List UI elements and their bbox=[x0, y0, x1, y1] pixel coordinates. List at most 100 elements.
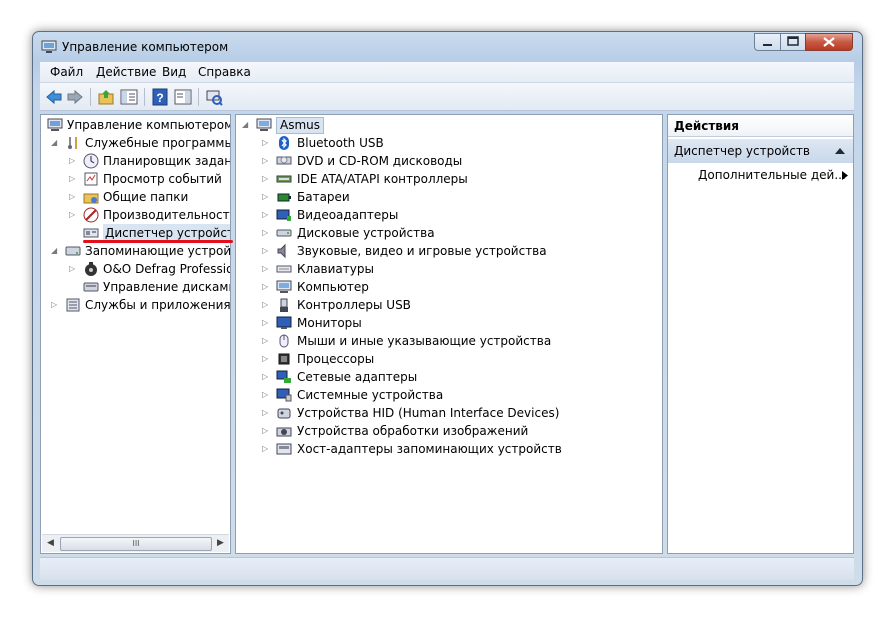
actions-section-label: Диспетчер устройств bbox=[674, 144, 811, 158]
device-category-label: Мониторы bbox=[297, 316, 362, 330]
svg-text:?: ? bbox=[156, 91, 163, 105]
expander-closed-icon[interactable]: ▷ bbox=[69, 152, 77, 170]
expander-open-icon[interactable]: ◢ bbox=[242, 116, 250, 134]
disk-management-icon bbox=[83, 282, 99, 292]
device-root-label: Asmus bbox=[276, 117, 325, 134]
device-category-label: Процессоры bbox=[297, 352, 375, 366]
nav-tree-label: O&O Defrag Profession bbox=[103, 262, 231, 276]
maximize-icon bbox=[787, 36, 799, 46]
expander-closed-icon[interactable]: ▷ bbox=[51, 296, 59, 314]
scrollbar-thumb[interactable]: III bbox=[60, 537, 212, 551]
nav-tree-label: Запоминающие устройст bbox=[85, 244, 231, 258]
network-adapter-icon bbox=[276, 370, 291, 383]
actions-section-device-manager[interactable]: Диспетчер устройств bbox=[668, 139, 853, 163]
scan-hardware-icon[interactable] bbox=[205, 88, 223, 106]
device-category-label: Хост-адаптеры запоминающих устройств bbox=[297, 442, 562, 456]
display-adapter-icon bbox=[276, 209, 291, 221]
more-actions-label: Дополнительные дей... bbox=[698, 168, 846, 182]
device-category-label: DVD и CD-ROM дисководы bbox=[297, 154, 463, 168]
tools-icon bbox=[68, 137, 77, 149]
back-arrow-icon[interactable] bbox=[45, 88, 63, 106]
battery-icon bbox=[277, 193, 291, 202]
performance-icon bbox=[83, 207, 99, 223]
maximize-button[interactable] bbox=[780, 33, 806, 51]
nav-tree-label: Служебные программы bbox=[85, 136, 231, 150]
mouse-icon bbox=[279, 334, 289, 348]
expander-closed-icon[interactable]: ▷ bbox=[262, 368, 270, 386]
expander-closed-icon[interactable]: ▷ bbox=[262, 134, 270, 152]
menu-view[interactable]: Вид bbox=[162, 65, 186, 79]
storage-controller-icon bbox=[276, 443, 292, 455]
expander-closed-icon[interactable]: ▷ bbox=[69, 260, 77, 278]
computer-management-icon bbox=[47, 118, 63, 131]
device-category-label: Компьютер bbox=[297, 280, 369, 294]
nav-tree-label: Планировщик заданий bbox=[103, 154, 231, 168]
menu-action[interactable]: Действие bbox=[96, 65, 156, 79]
expander-closed-icon[interactable]: ▷ bbox=[262, 188, 270, 206]
collapse-up-icon[interactable] bbox=[835, 148, 845, 154]
services-icon bbox=[66, 298, 80, 312]
horizontal-scrollbar[interactable]: ◀ III ▶ bbox=[42, 534, 229, 552]
expander-closed-icon[interactable]: ▷ bbox=[262, 422, 270, 440]
expander-closed-icon[interactable]: ▷ bbox=[262, 350, 270, 368]
device-list-pane: ◢ Asmus ▷ Bluetooth USB ▷ DVD и CD-ROM диск… bbox=[235, 114, 663, 554]
computer-icon bbox=[256, 118, 272, 131]
show-hide-tree-icon[interactable] bbox=[120, 88, 138, 106]
dvd-drive-icon bbox=[276, 156, 292, 165]
nav-tree-label: Просмотр событий bbox=[103, 172, 222, 186]
disk-drive-icon bbox=[276, 229, 292, 237]
device-category-label: Батареи bbox=[297, 190, 350, 204]
expander-closed-icon[interactable]: ▷ bbox=[262, 278, 270, 296]
expander-closed-icon[interactable]: ▷ bbox=[262, 224, 270, 242]
status-bar bbox=[40, 557, 854, 580]
expander-closed-icon[interactable]: ▷ bbox=[262, 404, 270, 422]
expander-closed-icon[interactable]: ▷ bbox=[262, 332, 270, 350]
expander-closed-icon[interactable]: ▷ bbox=[69, 206, 77, 224]
up-folder-icon[interactable] bbox=[97, 88, 115, 106]
submenu-arrow-icon bbox=[842, 171, 848, 180]
help-icon[interactable]: ? bbox=[151, 88, 169, 106]
show-hide-action-pane-icon[interactable] bbox=[174, 88, 192, 106]
expander-closed-icon[interactable]: ▷ bbox=[262, 260, 270, 278]
clock-icon bbox=[83, 153, 99, 169]
scroll-right-icon[interactable]: ▶ bbox=[212, 535, 229, 552]
more-actions-item[interactable]: Дополнительные дей... bbox=[698, 165, 848, 185]
expander-closed-icon[interactable]: ▷ bbox=[262, 170, 270, 188]
device-category-label: Bluetooth USB bbox=[297, 136, 384, 150]
nav-tree-label: Службы и приложения bbox=[85, 298, 231, 312]
expander-closed-icon[interactable]: ▷ bbox=[262, 440, 270, 458]
expander-closed-icon[interactable]: ▷ bbox=[262, 152, 270, 170]
menu-help[interactable]: Справка bbox=[198, 65, 251, 79]
minimize-icon bbox=[763, 44, 772, 46]
event-viewer-icon bbox=[84, 172, 98, 186]
device-category-label: Мыши и иные указывающие устройства bbox=[297, 334, 552, 348]
keyboard-icon bbox=[276, 265, 292, 273]
navigation-tree-pane: Управление компьютером (л ◢ Служебные прог… bbox=[40, 114, 231, 554]
expander-open-icon[interactable]: ◢ bbox=[51, 134, 59, 152]
expander-closed-icon[interactable]: ▷ bbox=[262, 314, 270, 332]
storage-icon bbox=[65, 246, 81, 256]
expander-closed-icon[interactable]: ▷ bbox=[262, 206, 270, 224]
expander-closed-icon[interactable]: ▷ bbox=[262, 386, 270, 404]
nav-tree-label: Производительность bbox=[103, 208, 231, 222]
ide-controller-icon bbox=[276, 175, 292, 183]
shared-folders-icon bbox=[83, 193, 99, 204]
expander-closed-icon[interactable]: ▷ bbox=[262, 296, 270, 314]
minimize-button[interactable] bbox=[754, 33, 781, 51]
expander-open-icon[interactable]: ◢ bbox=[51, 242, 59, 260]
expander-closed-icon[interactable]: ▷ bbox=[262, 242, 270, 260]
device-category-label: Видеоадаптеры bbox=[297, 208, 399, 222]
scroll-left-icon[interactable]: ◀ bbox=[42, 535, 59, 552]
expander-closed-icon[interactable]: ▷ bbox=[69, 188, 77, 206]
defrag-icon bbox=[85, 262, 97, 276]
device-category-label: Сетевые адаптеры bbox=[297, 370, 418, 384]
menu-file[interactable]: Файл bbox=[50, 65, 83, 79]
monitor-icon bbox=[276, 316, 292, 329]
sound-icon bbox=[277, 243, 286, 259]
expander-closed-icon[interactable]: ▷ bbox=[69, 170, 77, 188]
device-category-label: IDE ATA/ATAPI контроллеры bbox=[297, 172, 468, 186]
window-title: Управление компьютером bbox=[62, 40, 229, 54]
close-button[interactable] bbox=[805, 33, 853, 51]
title-bar[interactable]: Управление компьютером bbox=[33, 32, 862, 60]
forward-arrow-icon[interactable] bbox=[66, 88, 84, 106]
